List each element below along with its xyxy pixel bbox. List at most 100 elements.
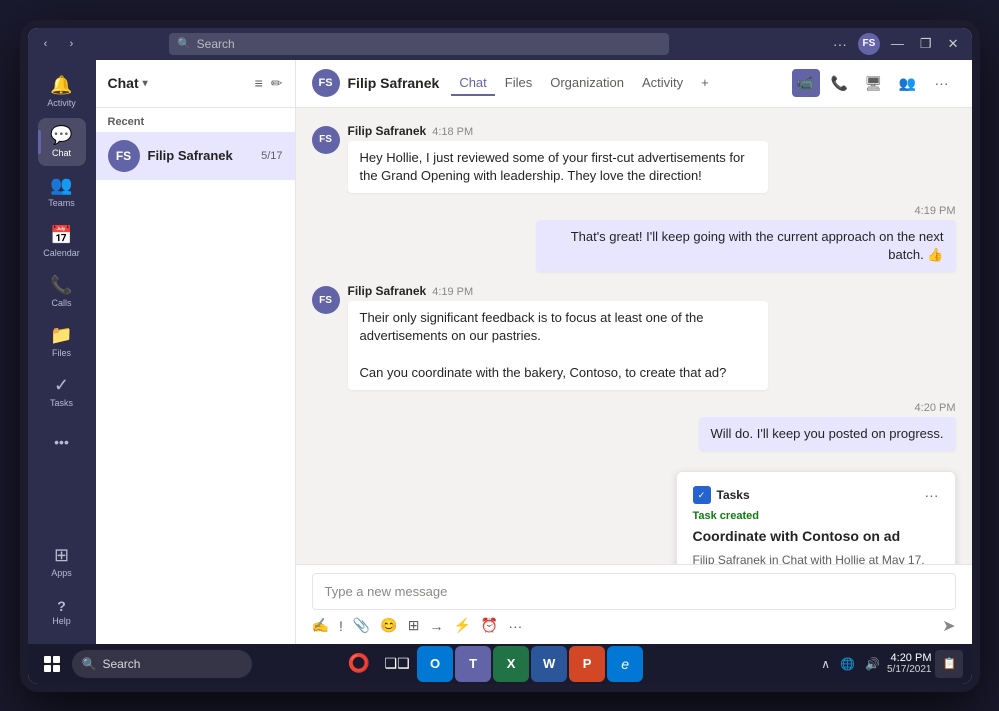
sidebar-item-help[interactable]: ? Help xyxy=(38,588,86,636)
send-btn[interactable]: ➤ xyxy=(942,616,955,636)
chevron-up-icon[interactable]: ∧ xyxy=(818,655,833,673)
app-area: 🔔 Activity 💬 Chat 👥 Teams 📅 Calendar xyxy=(28,60,972,644)
msg-bubble-2: That's great! I'll keep going with the c… xyxy=(536,220,956,272)
sidebar-label-calls: Calls xyxy=(51,298,71,308)
sidebar-item-teams[interactable]: 👥 Teams xyxy=(38,168,86,216)
network-icon[interactable]: 🌐 xyxy=(837,655,858,673)
chat-list-item-filip[interactable]: FS Filip Safranek 5/17 xyxy=(96,132,295,180)
msg-content-4: 4:20 PM Will do. I'll keep you posted on… xyxy=(699,402,956,451)
user-avatar[interactable]: FS xyxy=(858,33,880,55)
chat-item-info-filip: Filip Safranek xyxy=(148,148,254,163)
add-people-btn[interactable]: 👥 xyxy=(894,69,922,97)
msg-sender-1: Filip Safranek xyxy=(348,124,427,138)
excel-app-btn[interactable]: X xyxy=(493,646,529,682)
tab-add[interactable]: + xyxy=(693,71,717,96)
files-icon: 📁 xyxy=(50,325,72,346)
message-input-box[interactable]: Type a new message xyxy=(312,573,956,610)
msg-header-3: Filip Safranek 4:19 PM xyxy=(348,284,768,298)
chat-header-name: Filip Safranek xyxy=(348,75,440,91)
windows-logo xyxy=(44,656,60,672)
teams-icon: 👥 xyxy=(50,175,72,196)
sidebar-item-calls[interactable]: 📞 Calls xyxy=(38,268,86,316)
tab-activity[interactable]: Activity xyxy=(634,71,691,96)
attach-icon[interactable]: 📎 xyxy=(353,617,370,634)
more-toolbar-icon[interactable]: ··· xyxy=(508,618,522,634)
taskbar: 🔍 Search ⭕ ❑❑ O T X W P e ∧ 🌐 🔊 4:20 PM … xyxy=(28,644,972,684)
schedule-icon[interactable]: ⏰ xyxy=(481,617,498,634)
taskbar-right: ∧ 🌐 🔊 4:20 PM 5/17/2021 📋 xyxy=(818,650,963,678)
taskbar-center: ⭕ ❑❑ O T X W P e xyxy=(341,646,643,682)
nav-forward-btn[interactable]: › xyxy=(62,34,82,54)
sidebar-item-chat[interactable]: 💬 Chat xyxy=(38,118,86,166)
tasks-nav-icon: ✓ xyxy=(54,375,69,396)
chat-dropdown-icon[interactable]: ▾ xyxy=(143,78,148,89)
start-btn[interactable] xyxy=(36,648,68,680)
sidebar-item-files[interactable]: 📁 Files xyxy=(38,318,86,366)
chat-panel: Chat ▾ ≡ ✏ Recent FS Filip Safranek 5/17 xyxy=(96,60,296,644)
emoji-icon[interactable]: 😊 xyxy=(380,617,397,634)
taskbar-clock[interactable]: 4:20 PM 5/17/2021 xyxy=(887,652,932,675)
taskbar-search-text: Search xyxy=(102,657,140,671)
sidebar-item-calendar[interactable]: 📅 Calendar xyxy=(38,218,86,266)
task-card-title-row: ✓ Tasks xyxy=(693,486,750,504)
message-row-3: FS Filip Safranek 4:19 PM Their only sig… xyxy=(312,284,956,390)
speaker-icon[interactable]: 🔊 xyxy=(862,655,883,673)
outlook-app-btn[interactable]: O xyxy=(417,646,453,682)
close-btn[interactable]: ✕ xyxy=(943,34,964,54)
filip-avatar: FS xyxy=(108,140,140,172)
title-bar-search-input[interactable] xyxy=(197,37,661,51)
cortana-btn[interactable]: ⭕ xyxy=(341,646,377,682)
message-toolbar: ✍ ! 📎 😊 ⊞ → ⚡ ⏰ ··· ➤ xyxy=(312,616,956,636)
chat-panel-title: Chat ▾ xyxy=(108,75,148,91)
sidebar: 🔔 Activity 💬 Chat 👥 Teams 📅 Calendar xyxy=(28,60,96,644)
more-chat-options-btn[interactable]: ··· xyxy=(928,69,956,97)
sidebar-item-more[interactable]: ••• xyxy=(38,418,86,466)
tab-organization[interactable]: Organization xyxy=(542,71,632,96)
word-app-btn[interactable]: W xyxy=(531,646,567,682)
sidebar-item-activity[interactable]: 🔔 Activity xyxy=(38,68,86,116)
sidebar-item-apps[interactable]: ⊞ Apps xyxy=(38,538,86,586)
msg-avatar-3: FS xyxy=(312,286,340,314)
chat-section-recent: Recent xyxy=(96,108,295,132)
title-bar-search-box[interactable]: 🔍 xyxy=(169,33,669,55)
sticker-icon[interactable]: → xyxy=(429,618,443,634)
giphy-icon[interactable]: ⊞ xyxy=(408,617,420,634)
search-icon: 🔍 xyxy=(177,37,191,50)
more-options-btn[interactable]: ··· xyxy=(828,34,852,54)
meet-icon[interactable]: ⚡ xyxy=(453,617,470,634)
message-row-4: 4:20 PM Will do. I'll keep you posted on… xyxy=(312,402,956,451)
message-row-2: 4:19 PM That's great! I'll keep going wi… xyxy=(312,205,956,272)
screen-share-btn[interactable]: 🖥 xyxy=(860,69,888,97)
sidebar-label-teams: Teams xyxy=(48,198,75,208)
messages-area: FS Filip Safranek 4:18 PM Hey Hollie, I … xyxy=(296,108,972,564)
nav-back-btn[interactable]: ‹ xyxy=(36,34,56,54)
teams-app-btn[interactable]: T xyxy=(455,646,491,682)
sidebar-label-files: Files xyxy=(52,348,71,358)
filter-icon[interactable]: ≡ xyxy=(255,75,263,92)
chat-header: FS Filip Safranek Chat Files Organizatio… xyxy=(296,60,972,108)
msg-time-4: 4:20 PM xyxy=(699,402,956,414)
chat-header-avatar: FS xyxy=(312,69,340,97)
new-chat-icon[interactable]: ✏ xyxy=(271,75,283,92)
task-view-btn[interactable]: ❑❑ xyxy=(379,646,415,682)
minimize-btn[interactable]: — xyxy=(886,34,909,53)
video-call-btn[interactable]: 📹 xyxy=(792,69,820,97)
restore-btn[interactable]: ❐ xyxy=(915,34,937,54)
title-bar-nav: ‹ › xyxy=(36,34,82,54)
task-card-more-btn[interactable]: ··· xyxy=(925,487,939,503)
notification-badge[interactable]: 📋 xyxy=(935,650,963,678)
format-icon[interactable]: ✍ xyxy=(312,617,329,634)
edge-app-btn[interactable]: e xyxy=(607,646,643,682)
audio-call-btn[interactable]: 📞 xyxy=(826,69,854,97)
taskbar-search-box[interactable]: 🔍 Search xyxy=(72,650,252,678)
title-bar: ‹ › 🔍 ··· FS — ❐ ✕ xyxy=(28,28,972,60)
tab-files[interactable]: Files xyxy=(497,71,540,96)
msg-content-2: 4:19 PM That's great! I'll keep going wi… xyxy=(536,205,956,272)
msg-time-3: 4:19 PM xyxy=(432,286,473,298)
calls-icon: 📞 xyxy=(50,275,72,296)
powerpoint-app-btn[interactable]: P xyxy=(569,646,605,682)
sidebar-item-tasks[interactable]: ✓ Tasks xyxy=(38,368,86,416)
important-icon[interactable]: ! xyxy=(339,618,343,634)
tab-chat[interactable]: Chat xyxy=(451,71,494,96)
tasks-card-icon: ✓ xyxy=(693,486,711,504)
